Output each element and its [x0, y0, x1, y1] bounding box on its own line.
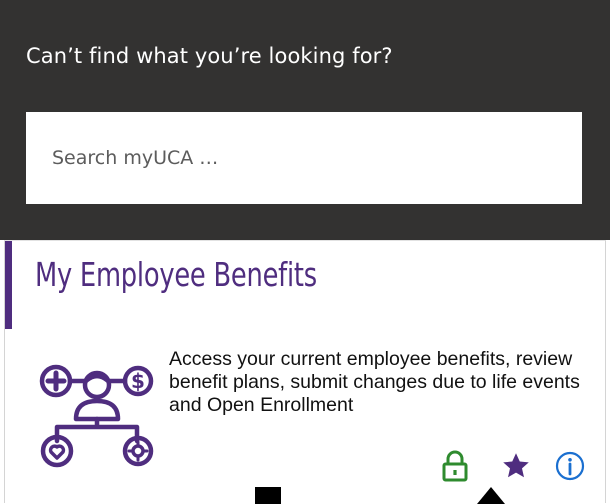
- card-title[interactable]: My Employee Benefits: [35, 255, 317, 294]
- svg-text:$: $: [131, 369, 145, 393]
- card-accent-bar: [5, 241, 12, 329]
- search-panel: Can’t find what you’re looking for?: [0, 0, 610, 240]
- employee-benefits-icon: $: [39, 364, 154, 468]
- search-heading: Can’t find what you’re looking for?: [26, 44, 393, 68]
- info-icon[interactable]: [555, 449, 585, 483]
- cropped-element-right: [477, 487, 505, 504]
- star-icon[interactable]: [501, 449, 531, 483]
- search-input[interactable]: [26, 112, 582, 204]
- lock-icon[interactable]: [440, 449, 470, 483]
- card-description: Access your current employee benefits, r…: [169, 348, 580, 416]
- cropped-element-left: [255, 487, 281, 504]
- employee-benefits-card[interactable]: My Employee Benefits $ Access your curre…: [4, 240, 606, 504]
